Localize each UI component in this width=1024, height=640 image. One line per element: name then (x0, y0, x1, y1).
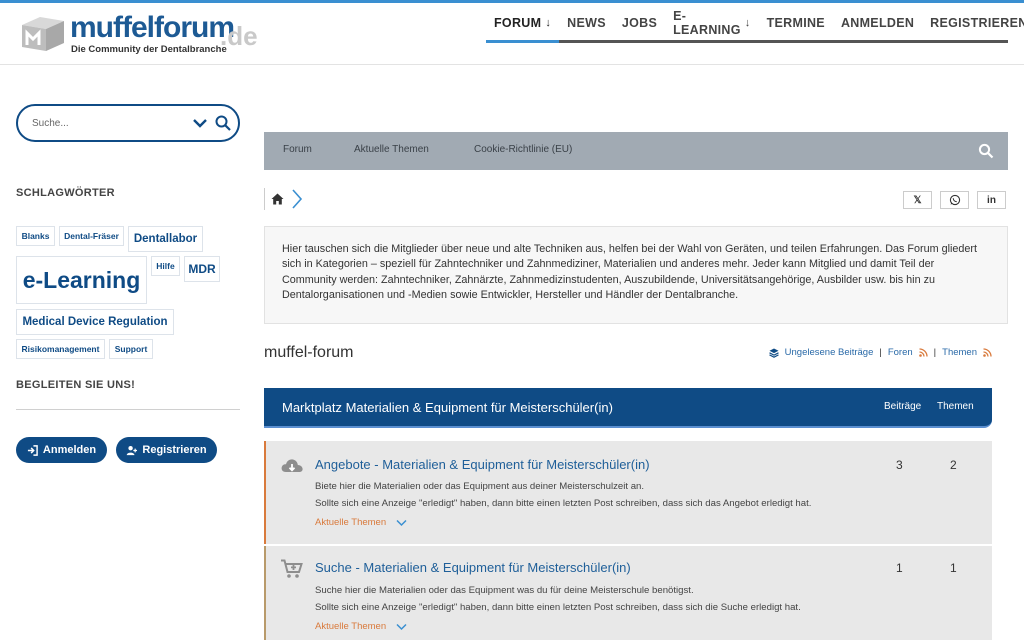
column-topics: Themen (937, 401, 974, 412)
cart-plus-icon (281, 559, 303, 578)
chevron-down-icon[interactable] (191, 114, 209, 132)
linkedin-icon: in (987, 194, 996, 206)
nav-forum-label: FORUM (494, 16, 542, 30)
forum-row-desc: Biete hier die Materialien oder das Equi… (315, 481, 645, 492)
logo-icon (22, 17, 64, 51)
nav-e-learning-label: E-LEARNING (673, 9, 741, 37)
forum-row-desc: Sollte sich eine Anzeige "erledigt" habe… (315, 602, 801, 613)
category-title[interactable]: Marktplatz Materialien & Equipment für M… (282, 400, 613, 415)
share-whatsapp-button[interactable] (940, 191, 969, 209)
tag-support[interactable]: Support (109, 339, 153, 359)
subnav-cookie-richtlinie[interactable]: Cookie-Richtlinie (EU) (474, 144, 572, 155)
forum-row-posts: 3 (896, 458, 903, 472)
share-linkedin-button[interactable]: in (977, 191, 1006, 209)
search-input[interactable] (32, 114, 182, 132)
forum-row-title[interactable]: Suche - Materialien & Equipment für Meis… (315, 560, 631, 575)
subforum-label: Aktuelle Themen (315, 621, 387, 632)
link-separator: | (879, 347, 882, 358)
user-plus-icon (127, 445, 138, 455)
follow-heading: BEGLEITEN SIE UNS! (16, 379, 136, 391)
login-button[interactable]: Anmelden (16, 437, 107, 463)
forum-row-desc: Suche hier die Materialien oder das Equi… (315, 585, 694, 596)
arrow-down-icon: ↓ (744, 17, 751, 29)
rss-icon (918, 348, 928, 357)
nav-anmelden-label: ANMELDEN (840, 16, 915, 30)
nav-underline (486, 40, 1008, 43)
breadcrumb-home[interactable] (264, 188, 290, 210)
nav-jobs-label: JOBS (621, 16, 658, 30)
tag-medical-device-regulation[interactable]: Medical Device Regulation (16, 309, 174, 335)
category-header: Marktplatz Materialien & Equipment für M… (264, 388, 992, 428)
forum-row-subforums[interactable]: Aktuelle Themen (315, 517, 407, 528)
nav-active-indicator (486, 40, 559, 43)
forum-subnav: Forum Aktuelle Themen Cookie-Richtlinie … (264, 132, 1008, 170)
tag-dental-fraeser[interactable]: Dental-Fräser (59, 226, 124, 246)
site-header: muffelforum .de Die Community der Dental… (0, 3, 1024, 65)
nav-jobs[interactable]: JOBS (614, 3, 665, 43)
breadcrumb (264, 188, 304, 210)
tags-heading: SCHLAGWÖRTER (16, 187, 115, 199)
main-nav: FORUM ↓ NEWS JOBS E-LEARNING ↓ TERMINE A… (486, 3, 1024, 43)
tag-dentallabor[interactable]: Dentallabor (128, 226, 203, 252)
nav-registrieren-label: REGISTRIEREN (930, 16, 1024, 30)
forum-intro: Hier tauschen sich die Mitglieder über n… (264, 226, 1008, 324)
chevron-down-icon (396, 519, 407, 526)
x-icon: 𝕏 (913, 194, 922, 206)
topics-feed-link[interactable]: Themen (942, 347, 977, 358)
nav-forum[interactable]: FORUM ↓ (486, 3, 559, 43)
forum-row-topics: 2 (950, 458, 957, 472)
nav-news[interactable]: NEWS (559, 3, 614, 43)
rss-icon (983, 348, 992, 357)
subnav-aktuelle-themen[interactable]: Aktuelle Themen (354, 144, 429, 155)
arrow-down-icon: ↓ (545, 17, 552, 29)
subforum-label: Aktuelle Themen (315, 517, 387, 528)
forum-row-subforums[interactable]: Aktuelle Themen (315, 621, 407, 632)
whatsapp-icon (949, 194, 960, 206)
tag-hilfe[interactable]: Hilfe (151, 256, 180, 276)
tag-blanks[interactable]: Blanks (16, 226, 55, 246)
register-button[interactable]: Registrieren (116, 437, 217, 463)
tag-risikomanagement[interactable]: Risikomanagement (16, 339, 105, 359)
nav-news-label: NEWS (567, 16, 606, 30)
subnav-forum[interactable]: Forum (283, 144, 312, 155)
nav-termine-label: TERMINE (766, 16, 825, 30)
logo-wordmark: muffelforum (70, 11, 235, 44)
unread-posts-link[interactable]: Ungelesene Beiträge (785, 347, 874, 358)
tag-e-learning[interactable]: e-Learning (16, 256, 147, 304)
forums-feed-link[interactable]: Foren (888, 347, 913, 358)
search-icon[interactable] (214, 114, 232, 132)
register-label: Registrieren (142, 444, 207, 456)
cloud-download-icon (281, 459, 303, 472)
forum-links: Ungelesene Beiträge | Foren | Themen (768, 347, 992, 358)
search-icon[interactable] (978, 143, 994, 159)
chevron-down-icon (396, 623, 407, 630)
share-x-button[interactable]: 𝕏 (903, 191, 932, 209)
forum-row-topics: 1 (950, 561, 957, 575)
nav-anmelden[interactable]: ANMELDEN (833, 3, 922, 43)
chevron-right-icon (292, 189, 303, 209)
nav-e-learning[interactable]: E-LEARNING ↓ (665, 3, 758, 43)
forum-row-posts: 1 (896, 561, 903, 575)
sidebar-search (16, 104, 240, 142)
nav-registrieren[interactable]: REGISTRIEREN (922, 3, 1024, 43)
forum-row: Suche - Materialien & Equipment für Meis… (264, 546, 992, 640)
tag-mdr[interactable]: MDR (184, 256, 220, 282)
login-label: Anmelden (42, 444, 97, 456)
column-posts: Beiträge (884, 401, 922, 412)
home-icon (271, 193, 284, 205)
forum-row-desc: Sollte sich eine Anzeige "erledigt" habe… (315, 498, 812, 509)
layers-icon (768, 348, 779, 358)
site-logo[interactable]: muffelforum .de Die Community der Dental… (20, 11, 260, 57)
link-separator: | (933, 347, 937, 358)
intro-text: Hier tauschen sich die Mitglieder über n… (282, 243, 978, 302)
forum-row-title[interactable]: Angebote - Materialien & Equipment für M… (315, 457, 650, 472)
forum-title: muffel-forum (264, 344, 354, 361)
sign-in-icon (27, 444, 38, 456)
sidebar-divider (16, 409, 240, 410)
nav-termine[interactable]: TERMINE (759, 3, 833, 43)
logo-tagline: Die Community der Dentalbranche (71, 44, 227, 55)
forum-row: Angebote - Materialien & Equipment für M… (264, 441, 992, 544)
